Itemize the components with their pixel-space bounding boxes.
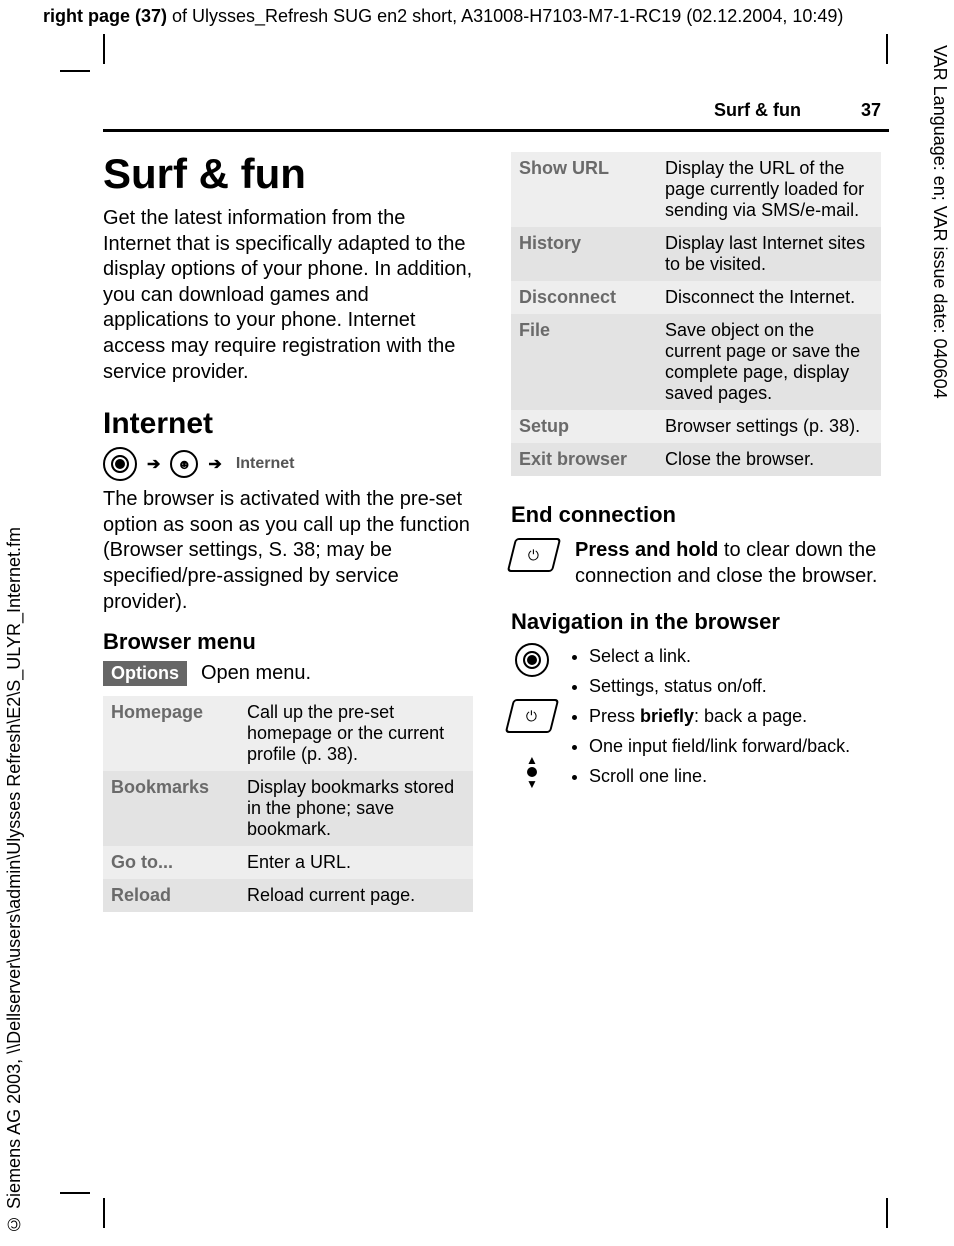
crop-mark [60, 70, 90, 72]
menu-key: Go to... [103, 846, 239, 879]
menu-value: Reload current page. [239, 879, 473, 912]
table-row: Homepage Call up the pre-set homepage or… [103, 696, 473, 771]
globe-icon: ☻ [170, 450, 198, 478]
crop-mark [103, 34, 105, 64]
running-section: Surf & fun [714, 100, 801, 121]
center-key-icon [515, 643, 549, 677]
options-row: Options Open menu. [103, 661, 473, 686]
menu-key: Setup [511, 410, 657, 443]
menu-key: History [511, 227, 657, 281]
list-item: Scroll one line. [589, 763, 850, 791]
table-row: History Display last Internet sites to b… [511, 227, 881, 281]
menu-key: Disconnect [511, 281, 657, 314]
menu-path: ➔ ☻ ➔ Internet [103, 447, 473, 481]
menu-value: Disconnect the Internet. [657, 281, 881, 314]
left-column: Surf & fun Get the latest information fr… [103, 152, 473, 912]
page-side-label: right page (37) [43, 6, 167, 26]
table-row: Bookmarks Display bookmarks stored in th… [103, 771, 473, 846]
source-doc-info: of Ulysses_Refresh SUG en2 short, A31008… [167, 6, 843, 26]
right-column: Show URL Display the URL of the page cur… [511, 152, 881, 912]
table-row: Setup Browser settings (p. 38). [511, 410, 881, 443]
arrow-icon: ➔ [147, 454, 160, 474]
crop-mark [60, 1192, 90, 1194]
menu-value: Display bookmarks stored in the phone; s… [239, 771, 473, 846]
nav-b-pre: Press [589, 706, 640, 726]
menu-key: Homepage [103, 696, 239, 771]
menu-path-label: Internet [236, 455, 295, 473]
menu-key: File [511, 314, 657, 410]
table-row: Disconnect Disconnect the Internet. [511, 281, 881, 314]
page: right page (37) of Ulysses_Refresh SUG e… [0, 0, 954, 1246]
menu-value: Enter a URL. [239, 846, 473, 879]
navigation-block: ⏻ ▲▼ Select a link. Settings, status on/… [511, 643, 881, 792]
end-bold: Press and hold [575, 539, 718, 561]
source-header: right page (37) of Ulysses_Refresh SUG e… [43, 6, 843, 27]
end-connection-text: Press and hold to clear down the connect… [575, 538, 881, 589]
print-area: Surf & fun 37 Surf & fun Get the latest … [103, 100, 889, 1206]
options-softkey: Options [103, 661, 187, 686]
columns: Surf & fun Get the latest information fr… [103, 152, 889, 912]
menu-value: Call up the pre-set homepage or the curr… [239, 696, 473, 771]
copyright-path-left: © Siemens AG 2003, \\Dellserver\users\ad… [4, 527, 25, 1234]
menu-key: Exit browser [511, 443, 657, 476]
nav-icon-column: ⏻ ▲▼ [511, 643, 553, 789]
running-head: Surf & fun 37 [103, 100, 889, 121]
menu-value: Display the URL of the page currently lo… [657, 152, 881, 227]
internet-heading: Internet [103, 407, 473, 441]
menu-value: Save object on the current page or save … [657, 314, 881, 410]
menu-value: Display last Internet sites to be visite… [657, 227, 881, 281]
menu-value: Close the browser. [657, 443, 881, 476]
table-row: Reload Reload current page. [103, 879, 473, 912]
options-description: Open menu. [201, 662, 311, 685]
nav-b-post: : back a page. [694, 706, 807, 726]
arrow-icon: ➔ [208, 454, 221, 474]
browser-menu-heading: Browser menu [103, 629, 473, 655]
navigation-heading: Navigation in the browser [511, 609, 881, 635]
end-key-icon: ⏻ [507, 538, 561, 572]
list-item: Select a link. [589, 643, 850, 671]
nav-b-bold: briefly [640, 706, 694, 726]
table-row: Go to... Enter a URL. [103, 846, 473, 879]
menu-key: Reload [103, 879, 239, 912]
list-item: Settings, status on/off. [589, 673, 850, 701]
menu-key: Show URL [511, 152, 657, 227]
table-row: Exit browser Close the browser. [511, 443, 881, 476]
browser-menu-table-left: Homepage Call up the pre-set homepage or… [103, 696, 473, 912]
header-rule [103, 129, 889, 132]
center-key-icon [103, 447, 137, 481]
table-row: Show URL Display the URL of the page cur… [511, 152, 881, 227]
end-connection-heading: End connection [511, 502, 881, 528]
navigation-list: Select a link. Settings, status on/off. … [571, 643, 850, 792]
menu-value: Browser settings (p. 38). [657, 410, 881, 443]
list-item: One input field/link forward/back. [589, 733, 850, 761]
page-title: Surf & fun [103, 152, 473, 196]
running-page-number: 37 [861, 100, 881, 121]
table-row: File Save object on the current page or … [511, 314, 881, 410]
up-down-icon: ▲▼ [526, 755, 538, 789]
list-item: Press briefly: back a page. [589, 703, 850, 731]
var-info-right: VAR Language: en; VAR issue date: 040604 [929, 45, 950, 399]
crop-mark [886, 34, 888, 64]
end-connection-row: ⏻ Press and hold to clear down the conne… [511, 538, 881, 589]
browser-menu-table-right: Show URL Display the URL of the page cur… [511, 152, 881, 476]
end-key-icon: ⏻ [505, 699, 559, 733]
internet-body: The browser is activated with the pre-se… [103, 487, 473, 615]
intro-paragraph: Get the latest information from the Inte… [103, 206, 473, 385]
menu-key: Bookmarks [103, 771, 239, 846]
